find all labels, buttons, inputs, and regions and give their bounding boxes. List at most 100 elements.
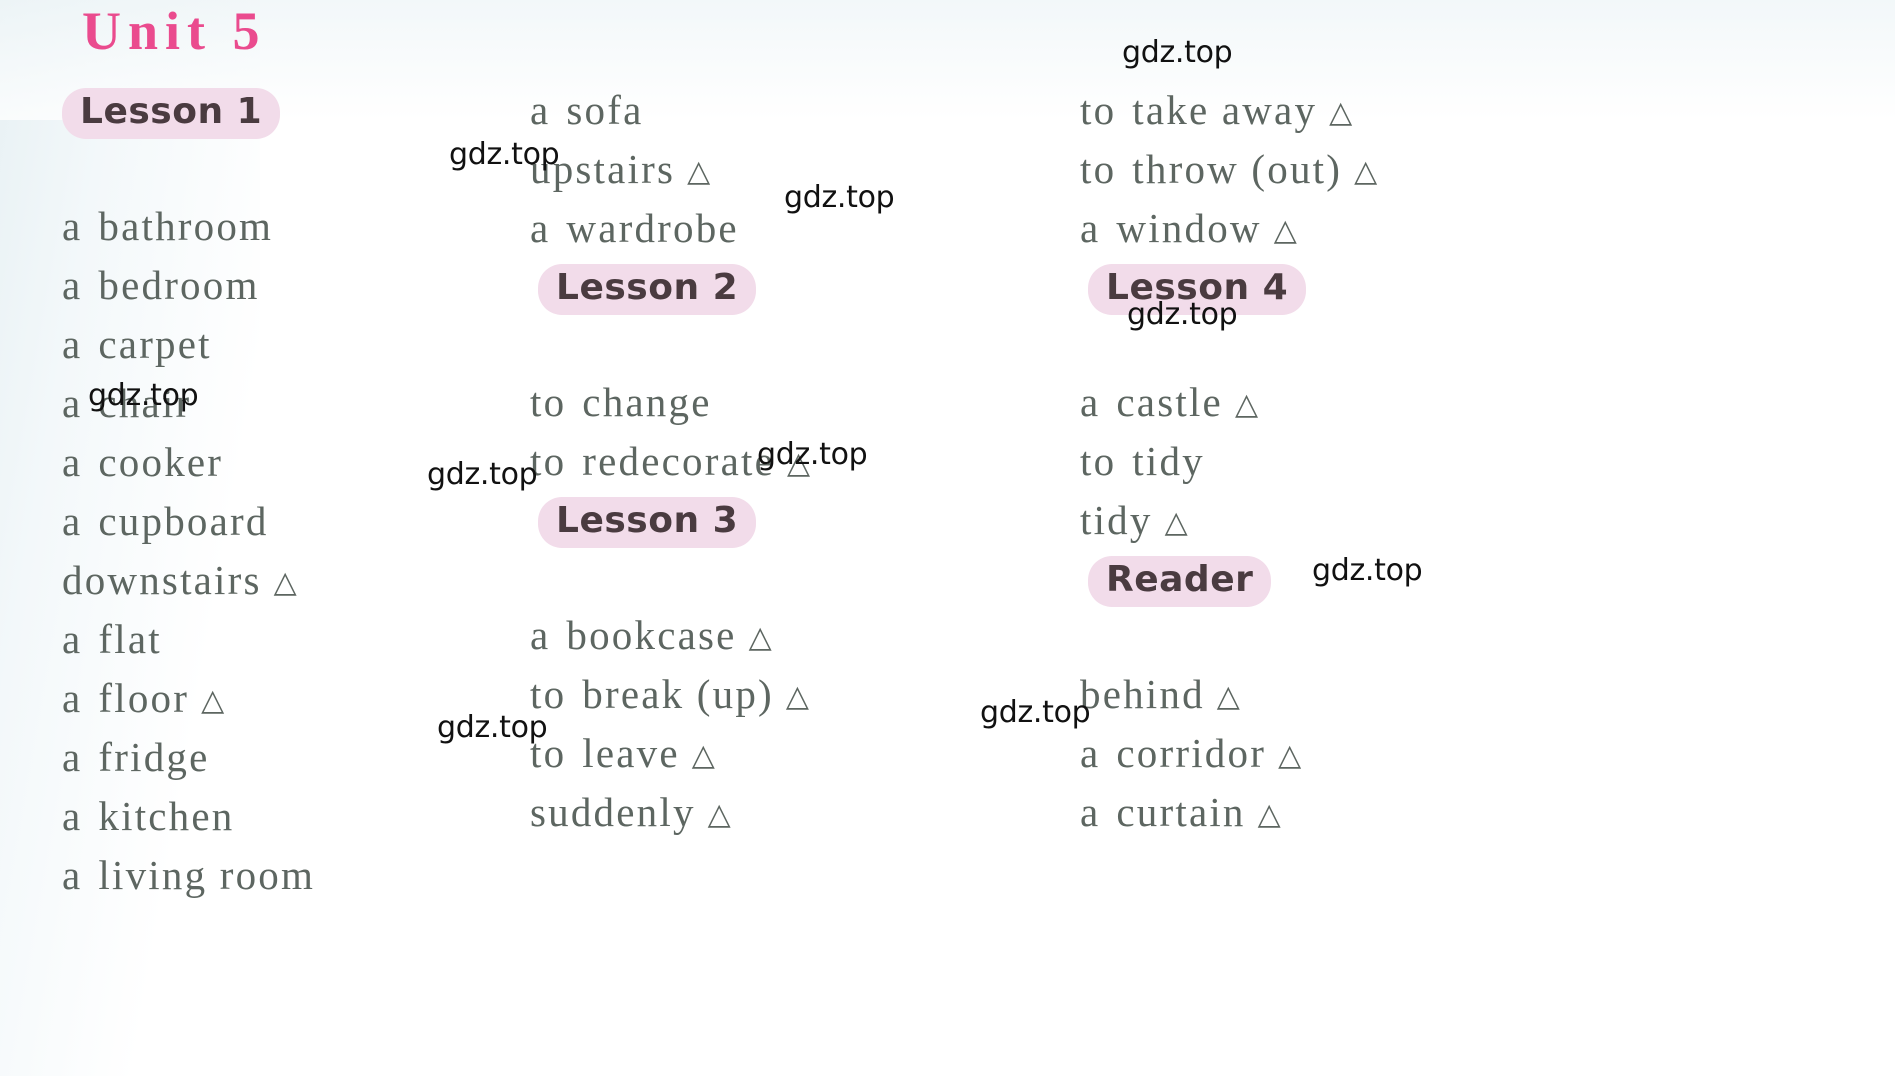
entry-word: break (up): [582, 671, 774, 717]
triangle-marker-icon: △: [1164, 505, 1188, 540]
lesson-badge-label: Reader: [1088, 556, 1272, 607]
lesson-badge: Lesson 1: [62, 88, 281, 139]
triangle-marker-icon: △: [1257, 797, 1281, 832]
entry-word: suddenly: [530, 789, 696, 835]
vocabulary-entry: behind △: [1080, 674, 1240, 715]
entry-article: a: [1080, 730, 1101, 776]
watermark-text: gdz.top: [427, 457, 538, 492]
triangle-marker-icon: △: [1329, 95, 1353, 130]
entry-word: corridor: [1116, 730, 1267, 776]
entry-article: a: [530, 87, 551, 133]
vocabulary-entry: a bookcase △: [530, 615, 772, 656]
vocabulary-entry: a window △: [1080, 208, 1297, 249]
triangle-marker-icon: △: [1278, 738, 1302, 773]
entry-article: to: [530, 379, 567, 425]
vocabulary-entry: to throw (out) △: [1080, 149, 1377, 190]
entry-word: living room: [98, 852, 316, 898]
vocabulary-page: Unit 5 Lesson 1 a bathroom a bedroom a carpet a…: [0, 0, 1895, 1076]
vocabulary-entry: downstairs △: [62, 560, 297, 601]
entry-article: to: [1080, 438, 1117, 484]
entry-article: a: [1080, 789, 1101, 835]
entry-word: castle: [1116, 379, 1223, 425]
lesson-badge: Reader: [1088, 556, 1272, 607]
entry-word: tidy: [1080, 497, 1153, 543]
entry-word: kitchen: [98, 793, 235, 839]
triangle-marker-icon: △: [785, 679, 809, 714]
lesson-badge-label: Lesson 1: [62, 88, 281, 139]
watermark-text: gdz.top: [437, 710, 548, 745]
entry-word: behind: [1080, 671, 1205, 717]
lesson-badge-label: Lesson 2: [538, 264, 757, 315]
triangle-marker-icon: △: [707, 797, 731, 832]
entry-article: a: [62, 793, 83, 839]
entry-article: to: [1080, 87, 1117, 133]
vocabulary-entry: a sofa: [530, 90, 644, 131]
triangle-marker-icon: △: [1216, 679, 1240, 714]
entry-article: a: [62, 203, 83, 249]
watermark-text: gdz.top: [88, 378, 199, 413]
vocabulary-entry: suddenly △: [530, 792, 731, 833]
entry-word: window: [1116, 205, 1262, 251]
vocabulary-entry: a corridor △: [1080, 733, 1301, 774]
vocabulary-entry: to change: [530, 382, 712, 423]
entry-article: a: [530, 205, 551, 251]
entry-word: bedroom: [98, 262, 260, 308]
entry-article: a: [62, 616, 83, 662]
entry-word: cooker: [98, 439, 224, 485]
entry-word: bookcase: [566, 612, 737, 658]
entry-word: downstairs: [62, 557, 262, 603]
vocabulary-entry: a carpet: [62, 324, 212, 365]
vocabulary-entry: a cupboard: [62, 501, 269, 542]
entry-article: to: [1080, 146, 1117, 192]
entry-word: flat: [98, 616, 162, 662]
vocabulary-entry: a fridge: [62, 737, 210, 778]
entry-word: leave: [582, 730, 680, 776]
triangle-marker-icon: △: [691, 738, 715, 773]
triangle-marker-icon: △: [273, 565, 297, 600]
entry-word: redecorate: [582, 438, 775, 484]
entry-article: a: [62, 675, 83, 721]
entry-article: a: [62, 498, 83, 544]
vocabulary-entry: to take away △: [1080, 90, 1352, 131]
entry-word: floor: [98, 675, 190, 721]
triangle-marker-icon: △: [1273, 213, 1297, 248]
triangle-marker-icon: △: [687, 154, 711, 189]
triangle-marker-icon: △: [1234, 387, 1259, 422]
vocabulary-entry: a living room: [62, 855, 315, 896]
vocabulary-entry: tidy △: [1080, 500, 1188, 541]
vocabulary-entry: a kitchen: [62, 796, 234, 837]
vocabulary-entry: a bedroom: [62, 265, 260, 306]
entry-word: fridge: [98, 734, 210, 780]
lesson-badge: Lesson 2: [538, 264, 757, 315]
entry-article: a: [62, 852, 83, 898]
entry-word: wardrobe: [566, 205, 739, 251]
entry-word: bathroom: [98, 203, 274, 249]
watermark-text: gdz.top: [980, 695, 1091, 730]
entry-word: sofa: [566, 87, 644, 133]
vocabulary-entry: a castle △: [1080, 382, 1258, 423]
entry-article: a: [62, 321, 83, 367]
vocabulary-entry: a cooker: [62, 442, 223, 483]
entry-word: tidy: [1132, 438, 1205, 484]
watermark-text: gdz.top: [784, 180, 895, 215]
watermark-text: gdz.top: [449, 137, 560, 172]
vocabulary-entry: a bathroom: [62, 206, 273, 247]
watermark-text: gdz.top: [757, 437, 868, 472]
watermark-text: gdz.top: [1312, 553, 1423, 588]
entry-word: curtain: [1116, 789, 1246, 835]
entry-word: carpet: [98, 321, 212, 367]
entry-word: cupboard: [98, 498, 269, 544]
lesson-badge: Lesson 3: [538, 497, 757, 548]
entry-article: a: [530, 612, 551, 658]
entry-word: change: [582, 379, 712, 425]
vocabulary-entry: a flat: [62, 619, 162, 660]
entry-article: a: [1080, 205, 1101, 251]
watermark-text: gdz.top: [1122, 35, 1233, 70]
triangle-marker-icon: △: [201, 683, 225, 718]
entry-word: throw (out): [1132, 146, 1343, 192]
vocabulary-entry: a curtain △: [1080, 792, 1281, 833]
vocabulary-entry: a wardrobe: [530, 208, 739, 249]
entry-article: a: [62, 380, 83, 426]
entry-article: a: [62, 439, 83, 485]
watermark-text: gdz.top: [1127, 297, 1238, 332]
